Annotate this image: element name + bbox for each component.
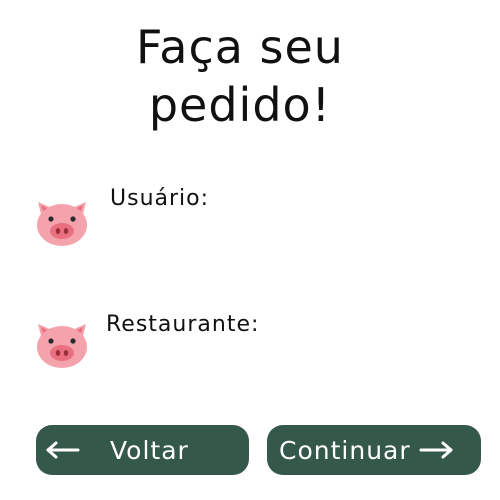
- user-label: Usuário:: [110, 186, 210, 211]
- pig-face-icon: [34, 318, 90, 370]
- page-title-line1: Faça seu: [136, 20, 344, 74]
- restaurant-label: Restaurante:: [106, 312, 260, 337]
- page-title: Faça seu pedido!: [0, 18, 480, 134]
- continue-button-label: Continuar: [279, 435, 411, 465]
- back-button-label: Voltar: [110, 435, 189, 465]
- back-button[interactable]: Voltar: [36, 425, 249, 475]
- arrow-right-icon: [419, 440, 455, 460]
- continue-button[interactable]: Continuar: [267, 425, 481, 475]
- arrow-left-icon: [44, 440, 80, 460]
- pig-face-icon: [34, 196, 90, 248]
- page-title-line2: pedido!: [148, 78, 332, 132]
